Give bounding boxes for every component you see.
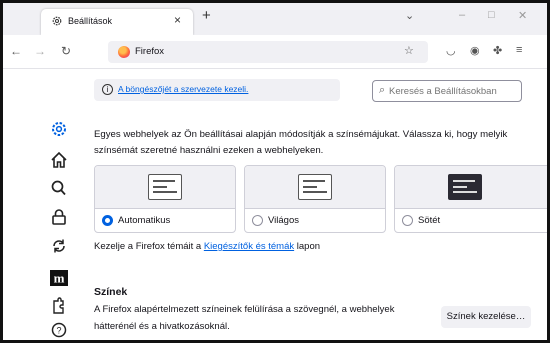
scheme-card-dark[interactable]: Sötét — [394, 165, 547, 233]
browser-window: Beállítások × + ⌄ – □ ✕ ← → ↻ Firefox ☆ … — [0, 0, 550, 343]
pocket-icon[interactable]: ◡ — [446, 44, 456, 57]
info-icon: i — [102, 84, 113, 95]
mozilla-icon[interactable]: m — [49, 269, 69, 287]
scheme-preview-dark — [395, 166, 547, 209]
firefox-icon — [118, 46, 130, 58]
scheme-label: Automatikus — [118, 215, 171, 226]
sync-icon[interactable] — [49, 237, 69, 255]
search-icon[interactable] — [49, 179, 69, 197]
tab-strip: Beállítások × + ⌄ – □ ✕ — [3, 3, 547, 35]
addons-themes-link[interactable]: Kiegészítők és témák — [204, 241, 294, 252]
lock-icon[interactable] — [49, 208, 69, 226]
manage-colors-button[interactable]: Színek kezelése… — [441, 306, 531, 328]
scheme-radio-dark[interactable] — [402, 215, 413, 226]
scheme-label: Sötét — [418, 215, 441, 226]
colors-heading: Színek — [94, 286, 128, 298]
managed-policy-link[interactable]: A böngészőjét a szervezete kezeli. — [118, 84, 248, 94]
new-tab-icon[interactable]: + — [202, 7, 211, 24]
scheme-radio-light[interactable] — [252, 215, 263, 226]
gear-icon — [52, 16, 62, 26]
back-icon[interactable]: ← — [10, 44, 22, 58]
search-icon: ⌕ — [379, 84, 386, 96]
close-window-icon[interactable]: ✕ — [518, 9, 527, 22]
scheme-label: Világos — [268, 215, 299, 226]
scheme-preview-automatic — [95, 166, 235, 209]
tab-list-icon[interactable]: ⌄ — [405, 9, 414, 22]
tab-settings[interactable]: Beállítások × — [41, 9, 193, 35]
scheme-thumbnail — [298, 174, 332, 200]
svg-text:m: m — [54, 271, 65, 286]
gear-icon[interactable] — [49, 120, 69, 138]
scheme-radio-automatic[interactable] — [102, 215, 113, 226]
extensions-icon[interactable]: ✤ — [493, 44, 502, 57]
color-scheme-description: Egyes webhelyek az Ön beállításai alapjá… — [94, 129, 508, 156]
maximize-icon[interactable]: □ — [488, 9, 495, 21]
themes-text: Kezelje a Firefox témáit a Kiegészítők é… — [94, 241, 320, 252]
scheme-card-automatic[interactable]: Automatikus — [94, 165, 236, 233]
themes-text-before: Kezelje a Firefox témáit a — [94, 241, 204, 252]
extensions-icon[interactable] — [49, 297, 69, 315]
colors-description: A Firefox alapértelmezett színeinek felü… — [94, 304, 395, 332]
close-tab-icon[interactable]: × — [174, 13, 181, 27]
bookmark-star-icon[interactable]: ☆ — [404, 44, 414, 57]
scheme-card-light[interactable]: Világos — [244, 165, 386, 233]
scheme-preview-light — [245, 166, 385, 209]
url-bar[interactable]: Firefox — [108, 41, 428, 63]
reload-icon[interactable]: ↻ — [61, 44, 71, 58]
tab-title: Beállítások — [68, 16, 113, 26]
home-icon[interactable] — [49, 151, 69, 169]
forward-icon[interactable]: → — [34, 44, 46, 58]
account-icon[interactable]: ◉ — [470, 44, 480, 57]
svg-text:?: ? — [56, 326, 61, 336]
settings-search-input[interactable] — [389, 83, 519, 99]
managed-policy-banner: i A böngészőjét a szervezete kezeli. — [94, 79, 340, 101]
url-text: Firefox — [135, 46, 165, 57]
scheme-thumbnail — [148, 174, 182, 200]
help-icon[interactable]: ? — [49, 321, 69, 339]
menu-icon[interactable]: ≡ — [516, 44, 522, 56]
scheme-thumbnail — [448, 174, 482, 200]
themes-text-after: lapon — [294, 241, 321, 252]
navigation-bar: ← → ↻ Firefox ☆ ◡ ◉ ✤ ≡ — [3, 35, 547, 69]
settings-search[interactable]: ⌕ — [372, 80, 522, 102]
minimize-icon[interactable]: – — [459, 9, 465, 21]
